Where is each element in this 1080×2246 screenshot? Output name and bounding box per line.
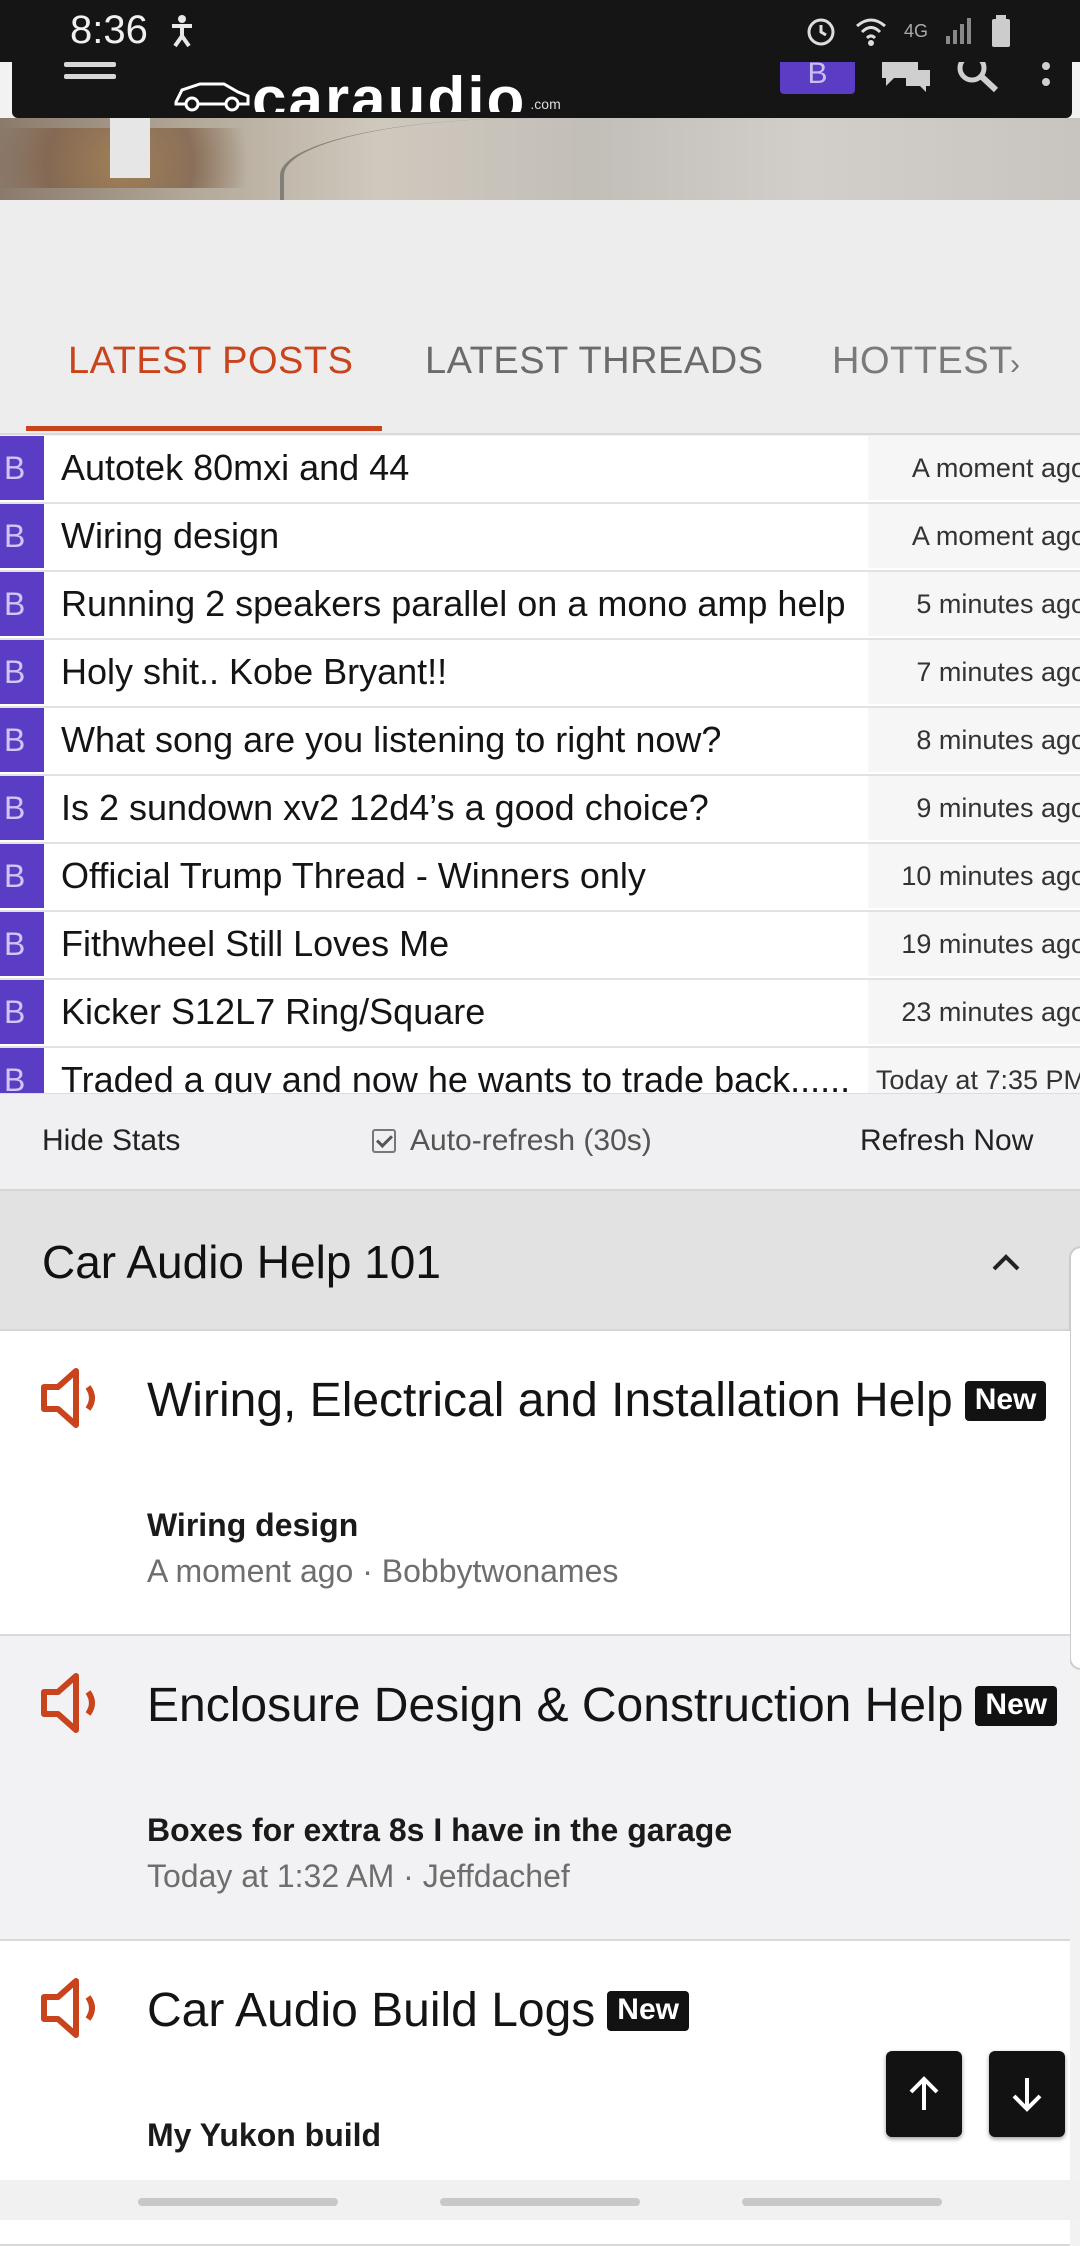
post-time: 8 minutes ago [916, 725, 1080, 755]
post-time: 19 minutes ago [901, 929, 1080, 959]
post-title[interactable]: Official Trump Thread - Winners only [61, 844, 861, 908]
category-header: Car Audio Help 101 [0, 1191, 1080, 1331]
menu-icon[interactable] [64, 62, 116, 86]
post-title[interactable]: Running 2 speakers parallel on a mono am… [61, 572, 861, 636]
user-avatar[interactable]: B [780, 59, 855, 94]
post-prefix-badge: B [0, 640, 44, 704]
post-time: A moment ago [911, 521, 1080, 551]
post-prefix-badge: B [0, 572, 44, 636]
post-time: 7 minutes ago [916, 657, 1080, 687]
post-row[interactable]: B Kicker S12L7 Ring/Square 23 minutes ag… [0, 980, 1080, 1048]
latest-thread-title[interactable]: Wiring design [147, 1507, 358, 1544]
latest-posts-list: B Autotek 80mxi and 44 A moment ago B Wi… [0, 436, 1080, 1116]
nav-back-handle[interactable] [742, 2198, 942, 2206]
latest-thread-meta: Today at 1:32 AM · Jeffdachef [147, 1858, 570, 1894]
forum-title[interactable]: Wiring, Electrical and Installation Help [147, 1373, 953, 1428]
post-title[interactable]: Fithwheel Still Loves Me [61, 912, 861, 976]
scroll-to-top-button[interactable] [886, 2051, 962, 2137]
post-row[interactable]: B Is 2 sundown xv2 12d4’s a good choice?… [0, 776, 1080, 844]
forum-title[interactable]: Car Audio Build Logs [147, 1983, 595, 2038]
car-logo-icon [174, 82, 250, 112]
new-badge: New [975, 1685, 1058, 1726]
search-icon[interactable] [954, 53, 1004, 101]
speaker-icon [40, 1975, 106, 2041]
latest-thread-title[interactable]: My Yukon build [147, 2117, 381, 2154]
post-title[interactable]: What song are you listening to right now… [61, 708, 861, 772]
post-title[interactable]: Kicker S12L7 Ring/Square [61, 980, 861, 1044]
post-title[interactable]: Is 2 sundown xv2 12d4’s a good choice? [61, 776, 861, 840]
hide-stats-button[interactable]: Hide Stats [42, 1124, 180, 1158]
battery-icon [992, 15, 1010, 47]
status-bar: 8:36 4G [0, 0, 1080, 62]
arrow-up-icon [909, 2076, 939, 2110]
tab-hottest[interactable]: HOTTEST [832, 340, 1013, 383]
auto-refresh-label: Auto-refresh (30s) [410, 1124, 652, 1157]
active-tab-indicator [26, 426, 382, 431]
post-prefix-badge: B [0, 504, 44, 568]
post-title[interactable]: Holy shit.. Kobe Bryant!! [61, 640, 861, 704]
logo-suffix: .com [530, 96, 561, 112]
post-row[interactable]: B Official Trump Thread - Winners only 1… [0, 844, 1080, 912]
nav-recent-handle[interactable] [138, 2198, 338, 2206]
stats-footer: Hide Stats Auto-refresh (30s) Refresh No… [0, 1093, 1080, 1192]
post-prefix-badge: B [0, 436, 44, 500]
auto-refresh-checkbox[interactable] [372, 1129, 396, 1153]
post-row[interactable]: B Autotek 80mxi and 44 A moment ago [0, 436, 1080, 504]
nav-home-handle[interactable] [440, 2198, 640, 2206]
post-time: 10 minutes ago [901, 861, 1080, 891]
conversations-icon[interactable] [878, 62, 934, 101]
speaker-icon [40, 1670, 106, 1736]
latest-thread-meta: A moment ago · Bobbytwonames [147, 1553, 619, 1589]
new-badge: New [607, 1990, 689, 2031]
speaker-icon [40, 1365, 106, 1431]
refresh-now-button[interactable]: Refresh Now [860, 1124, 1033, 1158]
post-title[interactable]: Autotek 80mxi and 44 [61, 436, 861, 500]
signal-icon [946, 18, 971, 44]
collapse-chevron-icon[interactable] [990, 1247, 1020, 1275]
category-title[interactable]: Car Audio Help 101 [42, 1235, 441, 1289]
post-time: 23 minutes ago [901, 997, 1080, 1027]
auto-refresh-toggle[interactable]: Auto-refresh (30s) [372, 1124, 652, 1158]
post-prefix-badge: B [0, 844, 44, 908]
post-prefix-badge: B [0, 980, 44, 1044]
tabs-scroll-right-icon[interactable]: › [1010, 348, 1020, 382]
forum-node[interactable]: Wiring, Electrical and Installation Help… [0, 1331, 1070, 1636]
app-header: caraudio .com B [12, 53, 1072, 118]
wifi-icon [856, 18, 886, 46]
more-options-icon[interactable] [1040, 62, 1052, 101]
post-time: 9 minutes ago [916, 793, 1080, 823]
accessibility-icon [168, 14, 196, 53]
tab-latest-posts[interactable]: LATEST POSTS [68, 340, 353, 383]
alarm-icon [807, 18, 835, 46]
post-row[interactable]: B Fithwheel Still Loves Me 19 minutes ag… [0, 912, 1080, 980]
tab-latest-threads[interactable]: LATEST THREADS [425, 340, 764, 383]
site-logo[interactable]: caraudio .com [172, 56, 561, 112]
post-prefix-badge: B [0, 708, 44, 772]
post-row[interactable]: B Holy shit.. Kobe Bryant!! 7 minutes ag… [0, 640, 1080, 708]
system-nav-bar [0, 2180, 1080, 2220]
forum-title[interactable]: Enclosure Design & Construction Help [147, 1678, 963, 1733]
status-icons: 4G [804, 14, 1012, 48]
network-type: 4G [903, 20, 928, 41]
logo-text: caraudio [252, 72, 527, 112]
side-drawer-handle[interactable] [1069, 1246, 1080, 1670]
header-banner-image [0, 118, 1080, 200]
post-prefix-badge: B [0, 776, 44, 840]
latest-thread-title[interactable]: Boxes for extra 8s I have in the garage [147, 1812, 732, 1849]
arrow-down-icon [1012, 2078, 1042, 2112]
post-time: 5 minutes ago [916, 589, 1080, 619]
stats-tabs: LATEST POSTS LATEST THREADS HOTTEST › [0, 200, 1080, 435]
scroll-to-bottom-button[interactable] [989, 2051, 1065, 2137]
post-time: A moment ago [911, 453, 1080, 483]
new-badge: New [964, 1380, 1047, 1421]
forum-node[interactable]: Enclosure Design & Construction Help New… [0, 1636, 1070, 1941]
post-row[interactable]: B Wiring design A moment ago [0, 504, 1080, 572]
post-row[interactable]: B Running 2 speakers parallel on a mono … [0, 572, 1080, 640]
status-time: 8:36 [70, 8, 148, 52]
post-title[interactable]: Wiring design [61, 504, 861, 568]
post-row[interactable]: B What song are you listening to right n… [0, 708, 1080, 776]
post-prefix-badge: B [0, 912, 44, 976]
